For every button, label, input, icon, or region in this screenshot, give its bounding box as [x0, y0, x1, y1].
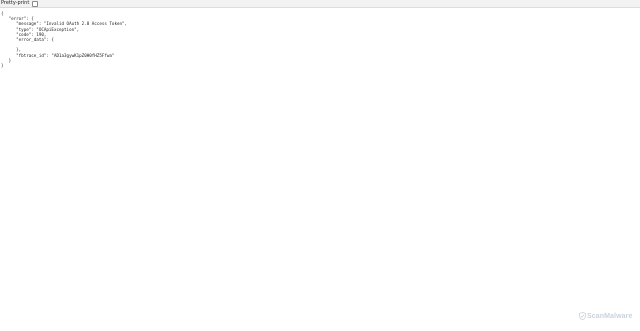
scanmalware-watermark: ScanMalware — [579, 312, 632, 320]
shield-icon — [579, 312, 586, 320]
json-line: "fbtrace_id": "AD1a3gywK1pZ0H0fHZ5Ffwa" — [1, 52, 115, 58]
pretty-print-label: Pretty-print — [1, 0, 30, 6]
pretty-print-checkbox[interactable] — [32, 1, 38, 7]
json-line: } — [1, 62, 4, 68]
pretty-print-bar: Pretty-print — [0, 0, 640, 8]
json-line: "message": "Invalid OAuth 2.0 Access Tok… — [1, 21, 128, 27]
watermark-text: ScanMalware — [587, 312, 633, 320]
json-response: { "error": { "message": "Invalid OAuth 2… — [1, 11, 127, 68]
